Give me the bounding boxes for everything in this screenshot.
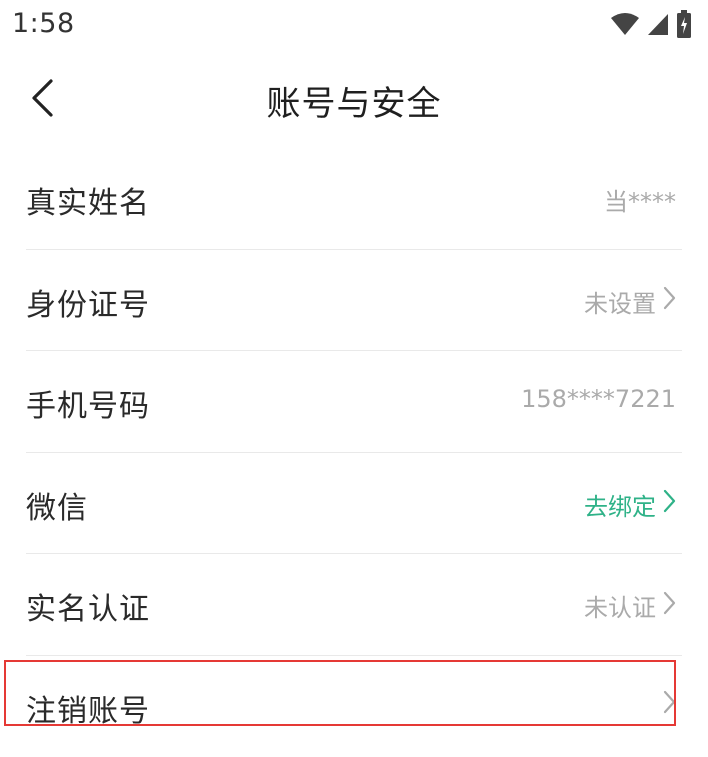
chevron-right-icon [662, 591, 676, 621]
row-value: 未设置 [584, 284, 676, 319]
wifi-icon [610, 12, 640, 36]
phone-number-value: 158****7221 [521, 385, 676, 413]
row-value: 158****7221 [521, 385, 676, 413]
highlight-box [4, 660, 676, 726]
row-real-name-verification[interactable]: 实名认证 未认证 [26, 554, 682, 656]
title-bar: 账号与安全 [0, 62, 708, 138]
status-icons [610, 10, 692, 38]
row-value: 当**** [604, 182, 676, 217]
row-real-name[interactable]: 真实姓名 当**** [26, 148, 682, 250]
row-label: 实名认证 [26, 584, 150, 628]
row-label: 真实姓名 [26, 178, 150, 222]
row-label: 手机号码 [26, 381, 150, 425]
row-label: 微信 [26, 483, 88, 527]
status-bar: 1:58 [0, 0, 708, 50]
status-time: 1:58 [12, 8, 75, 39]
row-value: 未认证 [584, 588, 676, 623]
chevron-right-icon [662, 489, 676, 519]
row-wechat[interactable]: 微信 去绑定 [26, 453, 682, 555]
row-value: 去绑定 [584, 487, 676, 522]
wechat-bind-link[interactable]: 去绑定 [584, 487, 656, 522]
row-phone-number[interactable]: 手机号码 158****7221 [26, 351, 682, 453]
row-id-number[interactable]: 身份证号 未设置 [26, 250, 682, 352]
battery-icon [676, 10, 692, 38]
cell-signal-icon [646, 12, 670, 36]
id-number-value: 未设置 [584, 284, 656, 319]
real-name-value: 当**** [604, 182, 676, 217]
verification-value: 未认证 [584, 588, 656, 623]
page-title: 账号与安全 [0, 76, 708, 125]
chevron-right-icon [662, 286, 676, 316]
row-label: 身份证号 [26, 280, 150, 324]
